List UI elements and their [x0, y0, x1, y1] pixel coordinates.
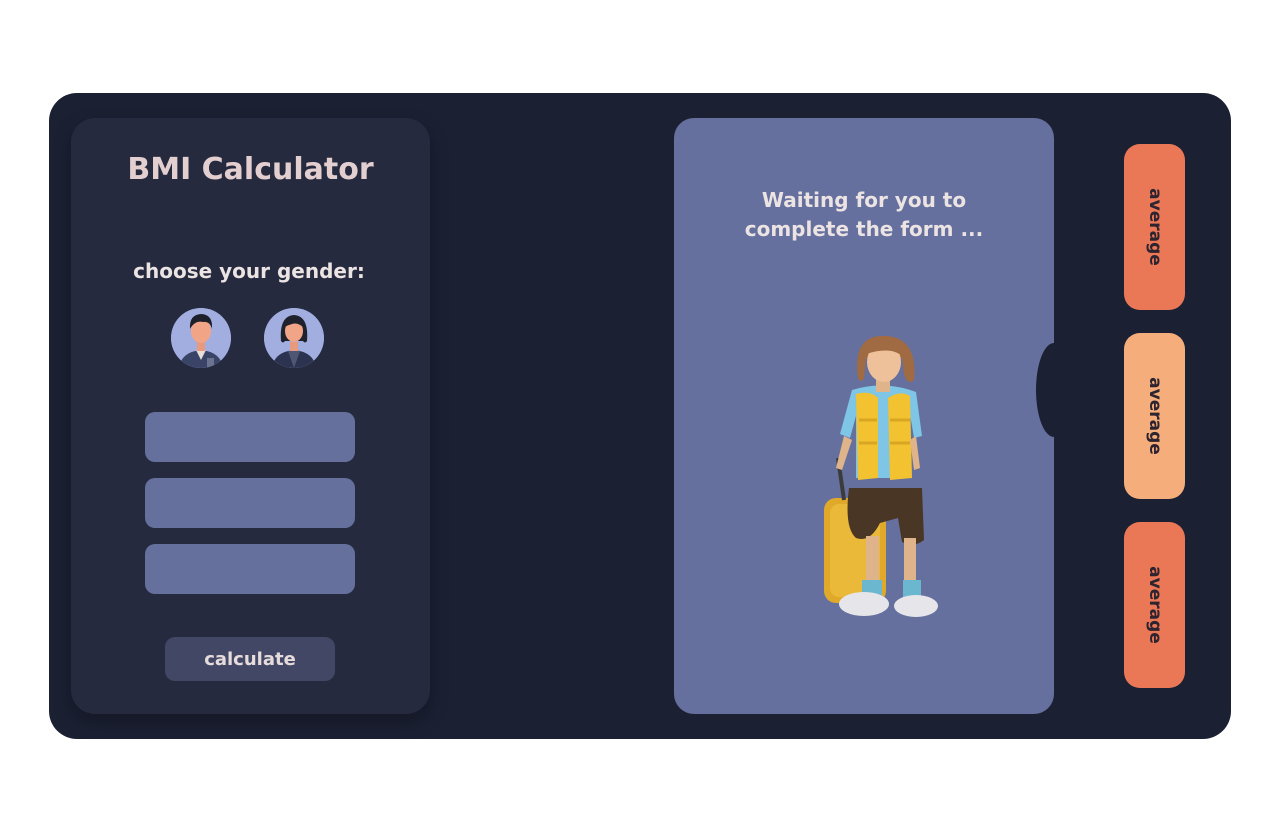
page-title: BMI Calculator [127, 152, 374, 187]
age-input[interactable] [145, 544, 355, 594]
calculate-button[interactable]: calculate [165, 637, 335, 681]
female-avatar-icon[interactable] [264, 308, 324, 368]
result-message-line1: Waiting for you to [761, 188, 967, 212]
bmi-category-label: average [1144, 188, 1165, 266]
bmi-form-card: BMI Calculator choose your gender: calcu… [71, 118, 430, 714]
height-input[interactable] [145, 478, 355, 528]
bmi-category-label: average [1144, 377, 1165, 455]
traveler-illustration [824, 335, 938, 617]
result-card: Waiting for you to complete the form ... [674, 118, 1054, 714]
result-message-line2: complete the form ... [744, 217, 984, 241]
bmi-category-tag[interactable]: average [1124, 144, 1185, 310]
bmi-category-label: average [1144, 566, 1165, 644]
gender-label: choose your gender: [133, 259, 365, 283]
bmi-category-tag[interactable]: average [1124, 333, 1185, 499]
result-card-notch [1036, 343, 1072, 437]
result-message: Waiting for you to complete the form ... [714, 186, 1014, 244]
weight-input[interactable] [145, 412, 355, 462]
app-container: BMI Calculator choose your gender: calcu… [49, 93, 1231, 739]
bmi-category-tag[interactable]: average [1124, 522, 1185, 688]
male-avatar-icon[interactable] [171, 308, 231, 368]
